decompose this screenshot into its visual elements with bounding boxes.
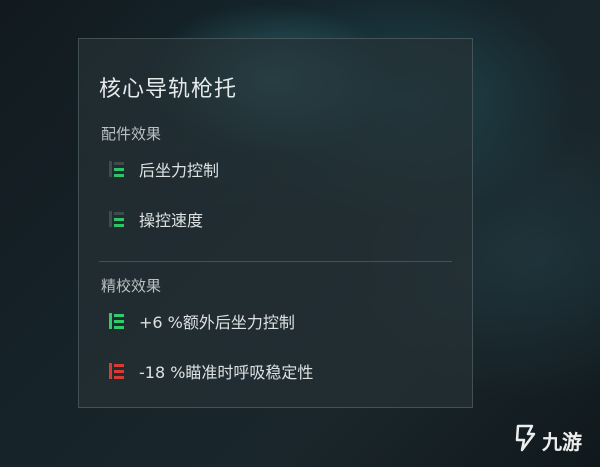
attachment-effect-handling-speed: 操控速度 xyxy=(107,207,203,231)
section-divider xyxy=(99,261,452,262)
attachment-effect-label: 后坐力控制 xyxy=(139,161,220,180)
calibration-effect-label: +6 %额外后坐力控制 xyxy=(139,313,295,332)
attachment-effects-label: 配件效果 xyxy=(101,125,162,143)
stat-bars-icon xyxy=(107,209,127,229)
calibration-effect-label: -18 %瞄准时呼吸稳定性 xyxy=(139,363,314,382)
item-title: 核心导轨枪托 xyxy=(99,77,238,102)
calibration-effect-aim-breath-stability: -18 %瞄准时呼吸稳定性 xyxy=(107,359,313,383)
watermark: 九游 xyxy=(512,424,582,457)
jiuyou-logo-icon xyxy=(512,424,538,457)
calibration-effect-extra-recoil-control: +6 %额外后坐力控制 xyxy=(107,309,295,333)
watermark-text: 九游 xyxy=(542,430,582,454)
item-tooltip-panel: 核心导轨枪托 配件效果 后坐力控制 操控速度 精校效果 +6 %额外后坐力控制 … xyxy=(78,38,473,408)
stat-bars-icon xyxy=(107,159,127,179)
decrease-bars-icon xyxy=(107,361,127,381)
attachment-effect-label: 操控速度 xyxy=(139,211,204,230)
attachment-effect-recoil-control: 后坐力控制 xyxy=(107,157,219,181)
calibration-effects-label: 精校效果 xyxy=(101,277,162,295)
increase-bars-icon xyxy=(107,311,127,331)
